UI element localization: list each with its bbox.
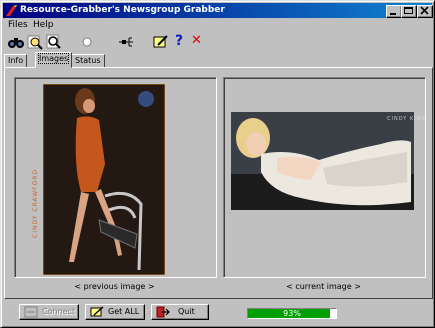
binoculars-icon[interactable] (7, 33, 25, 51)
minimize-button[interactable] (386, 5, 402, 18)
maximize-icon (404, 7, 413, 14)
quit-icon (156, 306, 170, 318)
network-icon[interactable] (117, 33, 135, 51)
cancel-glyph: ✕ (191, 33, 202, 48)
zoom-icon[interactable] (45, 33, 63, 51)
app-window: Resource-Grabber's Newsgroup Grabber Fil… (0, 0, 435, 328)
find-icon[interactable] (26, 33, 44, 51)
cancel-icon[interactable]: ✕ (188, 33, 206, 51)
edit-icon[interactable] (152, 33, 170, 51)
progress-label: 93% (283, 309, 301, 318)
current-image-watermark: CINDY KING (387, 116, 427, 122)
minimize-icon (390, 13, 396, 15)
menu-files[interactable]: Files (8, 19, 28, 31)
tab-images-label: Images (37, 53, 70, 64)
get-all-label: Get ALL (108, 307, 140, 316)
current-image-caption: < current image > (286, 282, 361, 291)
progress-bar: 93% (247, 308, 337, 319)
menu-help[interactable]: Help (33, 19, 54, 31)
help-icon[interactable]: ? (171, 33, 189, 51)
current-image-frame: CINDY KING (223, 77, 426, 278)
current-image[interactable] (231, 112, 414, 210)
images-panel: CINDY CRAWFORD < previous image > CINDY … (4, 67, 433, 299)
tab-info[interactable]: Info (4, 54, 28, 68)
previous-image-watermark: CINDY CRAWFORD (32, 168, 39, 238)
radio-icon[interactable] (78, 33, 96, 51)
help-glyph: ? (175, 33, 184, 49)
maximize-button[interactable] (401, 5, 417, 18)
get-all-button[interactable]: Get ALL (85, 304, 145, 320)
tab-status[interactable]: Status (71, 54, 105, 68)
tab-status-label: Status (75, 56, 101, 65)
toolbar: ? ✕ (4, 32, 431, 52)
window-title: Resource-Grabber's Newsgroup Grabber (20, 5, 225, 15)
tab-images[interactable]: Images (35, 52, 73, 68)
connect-button[interactable]: Connect (19, 304, 79, 320)
close-icon (420, 6, 429, 15)
quit-label: Quit (178, 307, 195, 316)
app-icon (6, 5, 17, 16)
previous-image-caption: < previous image > (74, 282, 155, 291)
title-bar[interactable]: Resource-Grabber's Newsgroup Grabber (3, 3, 433, 18)
close-button[interactable] (417, 5, 433, 18)
connect-icon (24, 306, 38, 318)
previous-image-frame: CINDY CRAWFORD (14, 77, 217, 278)
quit-button[interactable]: Quit (151, 304, 209, 320)
connect-label: Connect (42, 307, 76, 316)
tab-info-label: Info (8, 56, 24, 65)
previous-image[interactable] (43, 84, 165, 275)
get-all-icon (90, 306, 104, 317)
